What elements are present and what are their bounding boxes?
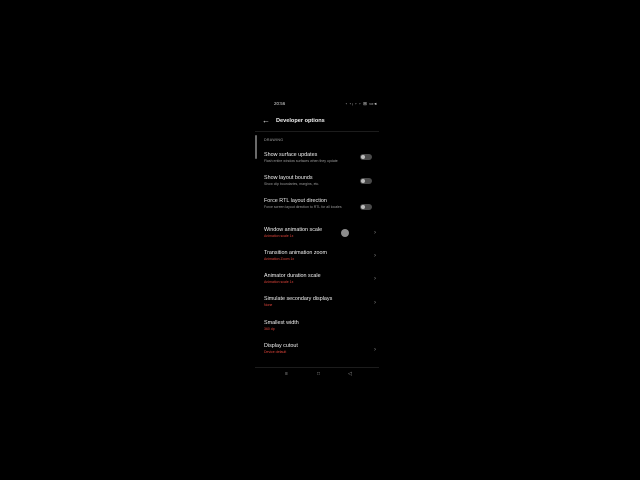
nav-bar: ≡ □ ◁ (255, 370, 379, 380)
chevron-right-icon: › (374, 347, 376, 353)
setting-value: None (264, 303, 273, 308)
chevron-right-icon: › (374, 300, 376, 306)
setting-subtitle: Force screen layout direction to RTL for… (264, 205, 342, 210)
setting-row-simulate-secondary-displays[interactable]: Simulate secondary displays None (264, 296, 376, 307)
chevron-right-icon: › (374, 276, 376, 282)
status-bar: 20:56 ◦ ◦ᵢ ◦ ◦ ⊞ ▭◂ (255, 100, 379, 108)
toggle-show-surface-updates[interactable] (360, 154, 372, 160)
toggle-knob (361, 155, 365, 159)
touch-indicator (341, 229, 349, 237)
back-icon[interactable]: ◁ (348, 371, 352, 377)
setting-title: Transition animation zoom (264, 250, 328, 256)
toggle-force-rtl[interactable] (360, 204, 372, 210)
nav-divider (255, 367, 379, 368)
setting-row-smallest-width[interactable]: Smallest width 360 dp (264, 320, 376, 331)
chevron-right-icon: › (374, 230, 376, 236)
home-icon[interactable]: □ (317, 371, 320, 377)
setting-value: 360 dp (264, 327, 275, 332)
app-bar: ← Developer options (255, 116, 379, 128)
page-title: Developer options (276, 118, 325, 124)
menu-icon[interactable]: ≡ (285, 371, 288, 377)
setting-row-window-animation-scale[interactable]: Window animation scale Animation scale 1… (264, 227, 376, 238)
setting-value: Animation scale 1x (264, 280, 294, 285)
setting-title: Simulate secondary displays (264, 296, 333, 302)
setting-value: Device default (264, 350, 287, 355)
toggle-knob (361, 179, 365, 183)
setting-row-transition-animation-zoom[interactable]: Transition animation zoom Animation Zoom… (264, 250, 376, 261)
phone-screen: 20:56 ◦ ◦ᵢ ◦ ◦ ⊞ ▭◂ ← Developer options … (255, 96, 379, 384)
setting-title: Force RTL layout direction (264, 198, 327, 204)
section-label-drawing: DRAWING (264, 138, 284, 142)
setting-subtitle: Show clip boundaries, margins, etc. (264, 182, 320, 187)
setting-row-display-cutout[interactable]: Display cutout Device default (264, 343, 376, 354)
scroll-indicator (255, 135, 257, 159)
setting-title: Display cutout (264, 343, 298, 349)
arrow-left-icon[interactable]: ← (262, 116, 270, 126)
setting-title: Smallest width (264, 320, 299, 326)
setting-value: Animation scale 1x (264, 234, 294, 239)
status-time: 20:56 (274, 101, 286, 106)
toggle-knob (361, 205, 365, 209)
setting-value: Animation Zoom 1x (264, 257, 295, 262)
setting-title: Window animation scale (264, 227, 323, 233)
setting-subtitle: Flash entire window surfaces when they u… (264, 159, 338, 164)
status-icons: ◦ ◦ᵢ ◦ ◦ ⊞ ▭◂ (345, 101, 377, 106)
setting-row-animator-duration-scale[interactable]: Animator duration scale Animation scale … (264, 273, 376, 284)
app-bar-divider (255, 131, 379, 132)
setting-title: Animator duration scale (264, 273, 321, 279)
chevron-right-icon: › (374, 253, 376, 259)
toggle-show-layout-bounds[interactable] (360, 178, 372, 184)
